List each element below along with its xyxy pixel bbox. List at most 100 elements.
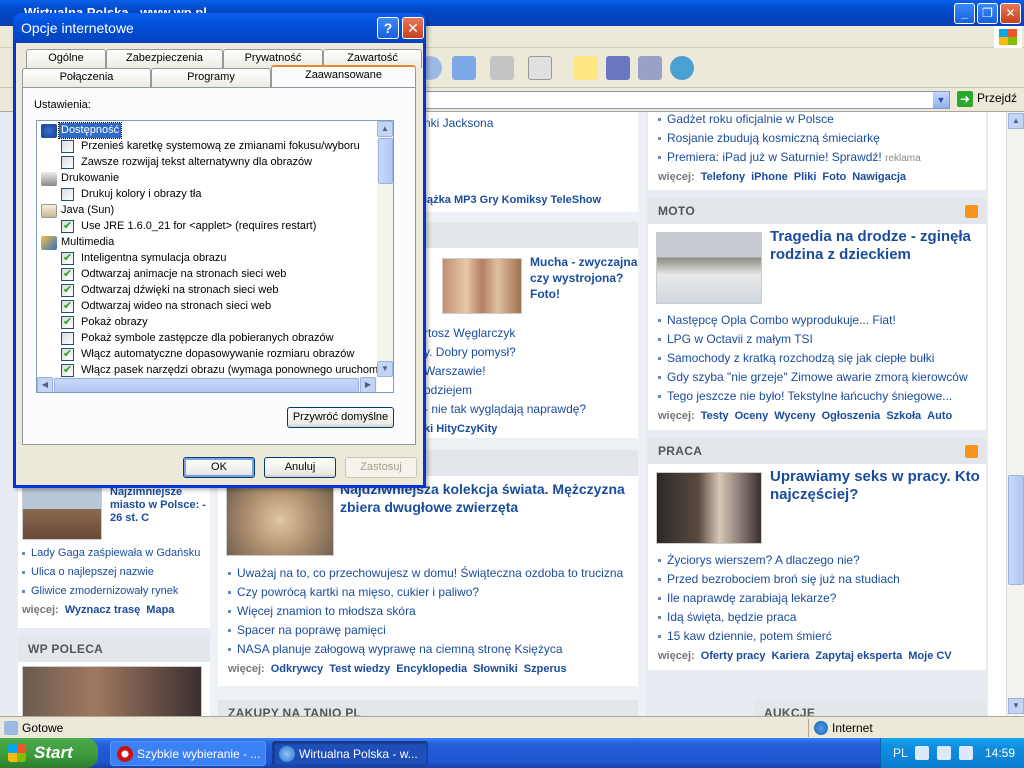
scrollbar-thumb[interactable]: [1008, 475, 1024, 585]
list-item[interactable]: Gdy szyba "nie grzeje" Zimowe awarie zmo…: [658, 370, 968, 384]
checkbox[interactable]: [61, 219, 74, 234]
moto-headline[interactable]: Tragedia na drodze - zginęła rodzina z d…: [770, 228, 980, 264]
list-item[interactable]: Przed bezrobociem broń się już na studia…: [658, 572, 900, 586]
list-item[interactable]: Życiorys wierszem? A dlaczego nie?: [658, 553, 860, 567]
keyboard-icon[interactable]: [915, 746, 929, 760]
checkbox[interactable]: [61, 251, 74, 266]
checkbox[interactable]: [61, 188, 74, 201]
dialog-title-bar[interactable]: Opcje internetowe: [13, 13, 426, 43]
tree-option[interactable]: Drukuj kolory i obrazy tła: [37, 187, 377, 203]
checkbox[interactable]: [61, 156, 74, 169]
praca-headline[interactable]: Uprawiamy seks w pracy. Kto najczęściej?: [770, 468, 980, 504]
list-item[interactable]: rtosz Węglarczyk: [424, 326, 515, 340]
list-item[interactable]: Samochody z kratką rozchodzą się jak cie…: [658, 351, 934, 365]
tree-option[interactable]: Pokaż symbole zastępcze dla pobieranych …: [37, 331, 377, 347]
list-item[interactable]: Premiera: iPad już w Saturnie! Sprawdź! …: [658, 150, 921, 164]
checkbox[interactable]: [61, 299, 74, 314]
restore-defaults-button[interactable]: Przywróć domyślne: [287, 407, 394, 428]
poleca-image[interactable]: [22, 666, 202, 716]
rss-icon[interactable]: [965, 205, 978, 218]
checkbox[interactable]: [61, 140, 74, 153]
scroll-down-icon[interactable]: ▼: [377, 361, 393, 377]
list-item[interactable]: odziejem: [424, 383, 472, 397]
list-item[interactable]: nki Jacksona: [424, 116, 493, 130]
list-item[interactable]: Ile naprawdę zarabiają lekarze?: [658, 591, 836, 605]
address-input[interactable]: ▼: [420, 91, 950, 109]
taskbar-item-opera[interactable]: Szybkie wybieranie - ...: [110, 741, 266, 766]
scroll-right-icon[interactable]: ▶: [360, 377, 376, 392]
print-icon[interactable]: [490, 56, 514, 80]
messenger-icon[interactable]: [606, 56, 630, 80]
checkbox[interactable]: [61, 332, 74, 345]
clock[interactable]: 14:59: [985, 746, 1015, 760]
list-item[interactable]: Uważaj na to, co przechowujesz w domu! Ś…: [228, 566, 623, 580]
checkbox[interactable]: [61, 315, 74, 330]
office-thumbnail[interactable]: [656, 472, 762, 544]
checkbox[interactable]: [61, 363, 74, 378]
research-icon[interactable]: [638, 56, 662, 80]
list-item[interactable]: Ulica o najlepszej nazwie: [22, 566, 154, 578]
notes-icon[interactable]: [574, 56, 598, 80]
rss-icon[interactable]: [965, 445, 978, 458]
tree-category-accessibility[interactable]: Dostępność: [37, 122, 377, 139]
go-button[interactable]: ➜ Przejdź: [957, 91, 1017, 109]
tree-option[interactable]: Odtwarzaj wideo na stronach sieci web: [37, 299, 377, 315]
scroll-left-icon[interactable]: ◀: [37, 377, 53, 392]
cancel-button[interactable]: Anuluj: [264, 457, 336, 478]
list-item[interactable]: Następcę Opla Combo wyprodukuje... Fiat!: [658, 313, 896, 327]
tree-option[interactable]: Pokaż obrazy: [37, 315, 377, 331]
tree-option[interactable]: Przenieś karetkę systemową ze zmianami f…: [37, 139, 377, 155]
checkbox[interactable]: [61, 347, 74, 362]
tree-option[interactable]: Włącz automatyczne dopasowywanie rozmiar…: [37, 347, 377, 363]
list-item[interactable]: Gadżet roku oficjalnie w Polsce: [658, 112, 834, 126]
scroll-up-icon[interactable]: ▲: [1008, 113, 1024, 129]
page-scrollbar[interactable]: ▲ ▼: [1006, 112, 1024, 716]
list-item[interactable]: Rosjanie zbudują kosmiczną śmieciarkę: [658, 131, 880, 145]
tab-advanced[interactable]: Zaawansowane: [271, 65, 416, 87]
tab-general[interactable]: Ogólne: [26, 49, 106, 68]
list-item[interactable]: LPG w Octavii z małym TSI: [658, 332, 813, 346]
edit-icon[interactable]: [528, 56, 552, 80]
list-item[interactable]: - nie tak wyglądają naprawdę?: [424, 402, 586, 416]
list-item[interactable]: Spacer na poprawę pamięci: [228, 623, 386, 637]
list-item[interactable]: NASA planuje załogową wyprawę na ciemną …: [228, 642, 563, 656]
checkbox[interactable]: [61, 267, 74, 282]
tree-option[interactable]: Odtwarzaj animacje na stronach sieci web: [37, 267, 377, 283]
tree-option[interactable]: Odtwarzaj dźwięki na stronach sieci web: [37, 283, 377, 299]
contacts-icon[interactable]: [670, 56, 694, 80]
scroll-up-icon[interactable]: ▲: [377, 121, 393, 137]
list-item[interactable]: Czy powrócą kartki na mięso, cukier i pa…: [228, 585, 479, 599]
help-button[interactable]: ?: [377, 17, 399, 39]
scrollbar-thumb[interactable]: [54, 378, 359, 392]
scrollbar-thumb[interactable]: [378, 138, 393, 184]
dialog-close-button[interactable]: ✕: [402, 17, 424, 39]
tree-category-multimedia[interactable]: Multimedia: [37, 235, 377, 251]
celebrity-thumbnail[interactable]: [442, 258, 522, 314]
tree-category-java[interactable]: Java (Sun): [37, 203, 377, 219]
list-item[interactable]: y. Dobry pomysł?: [424, 345, 516, 359]
close-button[interactable]: ✕: [1000, 3, 1021, 24]
tree-option[interactable]: Inteligentna symulacja obrazu: [37, 251, 377, 267]
tree-category-printing[interactable]: Drukowanie: [37, 171, 377, 187]
taskbar-item-ie[interactable]: Wirtualna Polska - w...: [272, 741, 428, 766]
network-icon[interactable]: [937, 746, 951, 760]
weather-thumbnail[interactable]: [22, 488, 102, 540]
volume-icon[interactable]: [959, 746, 973, 760]
list-item[interactable]: 15 kaw dziennie, potem śmierć: [658, 629, 832, 643]
list-item[interactable]: Idą święta, będzie praca: [658, 610, 796, 624]
list-item[interactable]: Lady Gaga zaśpiewała w Gdańsku: [22, 547, 200, 559]
ok-button[interactable]: OK: [183, 457, 255, 478]
crash-thumbnail[interactable]: [656, 232, 762, 304]
tab-programs[interactable]: Programy: [151, 68, 271, 87]
scroll-down-icon[interactable]: ▼: [1008, 698, 1024, 714]
list-item[interactable]: Więcej znamion to młodsza skóra: [228, 604, 416, 618]
weather-headline[interactable]: Najzimniejsze miasto w Polsce: - 26 st. …: [110, 486, 210, 525]
mail-icon[interactable]: [452, 56, 476, 80]
maximize-button[interactable]: ❐: [977, 3, 998, 24]
tree-option[interactable]: Use JRE 1.6.0_21 for <applet> (requires …: [37, 219, 377, 235]
chevron-down-icon[interactable]: ▼: [933, 92, 949, 108]
tab-security[interactable]: Zabezpieczenia: [106, 49, 223, 68]
tree-horizontal-scrollbar[interactable]: ◀ ▶: [37, 377, 377, 392]
start-button[interactable]: Start: [0, 738, 98, 768]
list-item[interactable]: Warszawie!: [424, 364, 486, 378]
